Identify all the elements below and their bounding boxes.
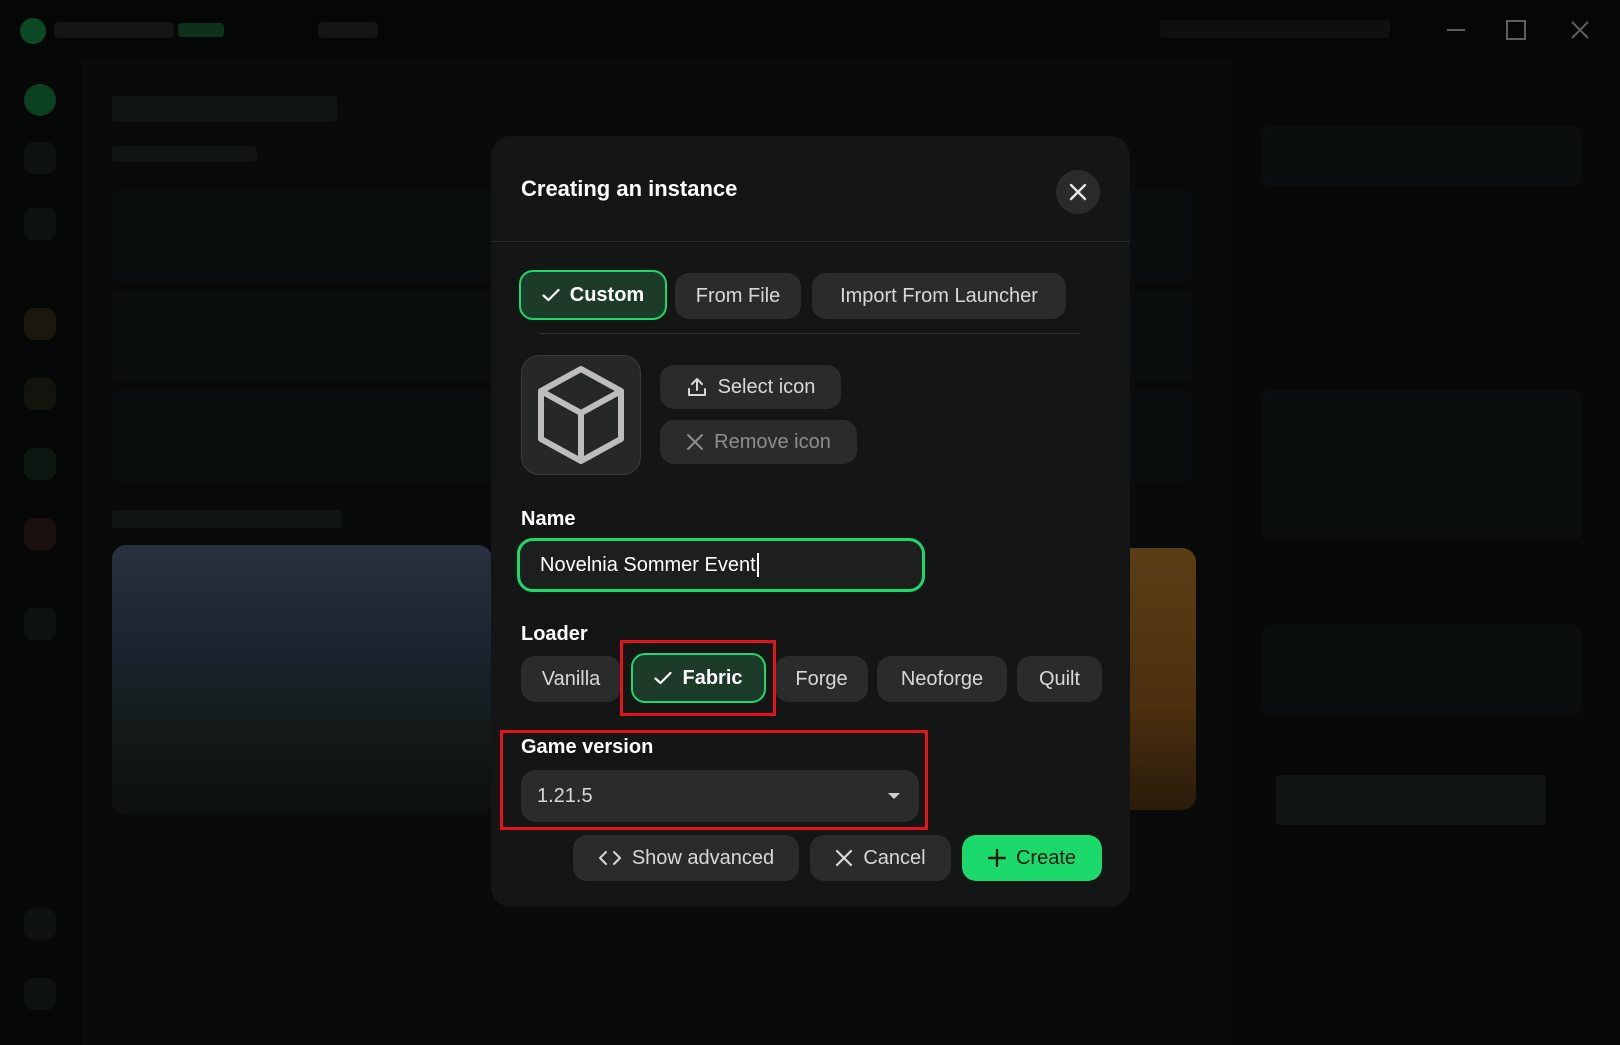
- modal-title: Creating an instance: [521, 176, 738, 201]
- select-icon-button[interactable]: Select icon: [660, 365, 841, 409]
- create-instance-modal: Creating an instance Custom From File Im…: [491, 136, 1130, 907]
- loader-option-label: Vanilla: [541, 667, 601, 690]
- close-modal-button[interactable]: [1056, 170, 1100, 214]
- tab-divider: [539, 333, 1081, 334]
- select-icon-label: Select icon: [717, 375, 816, 398]
- loader-option-label: Fabric: [682, 666, 743, 689]
- close-icon: [1069, 183, 1087, 201]
- name-label: Name: [521, 508, 576, 530]
- tab-label: Custom: [569, 283, 645, 306]
- x-icon: [687, 434, 704, 450]
- game-version-select[interactable]: 1.21.5: [521, 770, 919, 822]
- loader-option-label: Neoforge: [900, 667, 984, 690]
- game-version-value: 1.21.5: [537, 784, 593, 807]
- name-input[interactable]: Novelnia Sommer Event: [517, 538, 925, 592]
- create-button[interactable]: Create: [962, 835, 1102, 881]
- upload-icon: [687, 378, 706, 396]
- tab-custom[interactable]: Custom: [519, 270, 667, 320]
- cancel-label: Cancel: [863, 846, 926, 869]
- remove-icon-button[interactable]: Remove icon: [660, 420, 857, 464]
- loader-option-label: Quilt: [1038, 667, 1081, 690]
- loader-option-neoforge[interactable]: Neoforge: [877, 656, 1007, 702]
- name-input-value: Novelnia Sommer Event: [540, 553, 756, 576]
- tab-label: From File: [695, 284, 781, 307]
- caret-down-icon: [888, 793, 900, 799]
- loader-option-vanilla[interactable]: Vanilla: [521, 656, 621, 702]
- tab-from-file[interactable]: From File: [675, 273, 801, 319]
- loader-label: Loader: [521, 623, 588, 645]
- instance-icon-preview: [521, 355, 641, 475]
- game-version-label: Game version: [521, 736, 654, 758]
- code-icon: [598, 851, 621, 865]
- plus-icon: [987, 849, 1006, 867]
- show-advanced-label: Show advanced: [631, 846, 775, 869]
- cube-icon: [538, 366, 624, 464]
- tab-label: Import From Launcher: [840, 284, 1038, 307]
- remove-icon-label: Remove icon: [714, 430, 831, 453]
- loader-option-fabric[interactable]: Fabric: [631, 653, 766, 703]
- tab-import-from-launcher[interactable]: Import From Launcher: [812, 273, 1066, 319]
- check-icon: [654, 671, 673, 685]
- show-advanced-button[interactable]: Show advanced: [573, 835, 799, 881]
- create-label: Create: [1015, 846, 1077, 869]
- modal-header: Creating an instance: [491, 136, 1130, 242]
- cancel-button[interactable]: Cancel: [810, 835, 951, 881]
- x-icon: [836, 849, 853, 867]
- loader-option-quilt[interactable]: Quilt: [1017, 656, 1102, 702]
- text-caret: [756, 553, 759, 577]
- loader-option-label: Forge: [795, 667, 848, 690]
- check-icon: [542, 288, 560, 302]
- loader-option-forge[interactable]: Forge: [775, 656, 868, 702]
